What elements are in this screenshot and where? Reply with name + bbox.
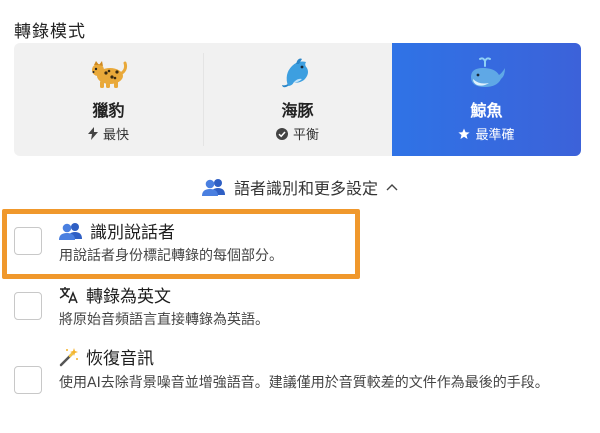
restore-audio-label: 恢復音訊	[86, 349, 154, 369]
mode-name: 獵豹	[92, 101, 125, 120]
transcribe-english-label: 轉錄為英文	[86, 287, 171, 307]
identify-speakers-checkbox[interactable]	[14, 227, 42, 255]
mode-speed: 最快	[87, 124, 129, 143]
mode-speed-label: 平衡	[292, 128, 319, 143]
mode-name: 鯨魚	[470, 101, 503, 120]
mode-speed: 最準確	[458, 124, 515, 143]
option-identify-speakers: 識別說話者 用說話者身份標記轉錄的每個部分。	[14, 218, 589, 278]
identify-speakers-description: 用說話者身份標記轉錄的每個部分。	[59, 248, 283, 264]
leopard-icon	[90, 57, 128, 91]
mode-option-cheetah[interactable]: 獵豹 最快	[14, 43, 203, 156]
identify-speakers-title: 識別說話者	[59, 218, 175, 243]
mode-name: 海豚	[281, 101, 314, 120]
star-icon	[458, 128, 471, 139]
transcribe-english-description: 將原始音頻語言直接轉錄為英語。	[59, 312, 269, 328]
restore-audio-checkbox[interactable]	[14, 366, 42, 394]
translate-icon	[59, 286, 78, 303]
identify-speakers-label: 識別說話者	[90, 223, 175, 243]
magic-wand-icon	[59, 347, 78, 366]
dolphin-icon	[280, 57, 316, 91]
advanced-settings-label: 語者識別和更多設定	[233, 179, 378, 198]
restore-audio-title: 恢復音訊	[59, 344, 154, 369]
option-transcribe-english: 轉錄為英文 將原始音頻語言直接轉錄為英語。	[14, 282, 589, 342]
check-circle-icon	[275, 127, 288, 140]
transcribe-english-title: 轉錄為英文	[59, 282, 171, 307]
mode-speed-label: 最快	[102, 128, 129, 143]
bolt-icon	[87, 127, 98, 140]
transcribe-english-checkbox[interactable]	[14, 292, 42, 320]
transcription-mode-title: 轉錄模式	[14, 22, 86, 42]
transcription-mode-selector: 獵豹 最快 海豚 平衡 鯨魚 最準確	[14, 43, 581, 156]
restore-audio-description: 使用AI去除背景噪音並增強語音。建議僅用於音質較差的文件作為最後的手段。	[59, 375, 549, 391]
mode-speed: 平衡	[275, 124, 319, 143]
option-restore-audio: 恢復音訊 使用AI去除背景噪音並增強語音。建議僅用於音質較差的文件作為最後的手段…	[14, 344, 589, 424]
mode-option-dolphin[interactable]: 海豚 平衡	[203, 43, 392, 156]
advanced-settings-toggle[interactable]: 語者識別和更多設定	[0, 175, 600, 199]
chevron-up-icon	[386, 184, 398, 191]
people-icon	[59, 222, 82, 240]
people-icon	[201, 179, 225, 196]
mode-option-whale[interactable]: 鯨魚 最準確	[392, 43, 581, 156]
mode-speed-label: 最準確	[475, 128, 515, 143]
whale-icon	[467, 57, 507, 91]
